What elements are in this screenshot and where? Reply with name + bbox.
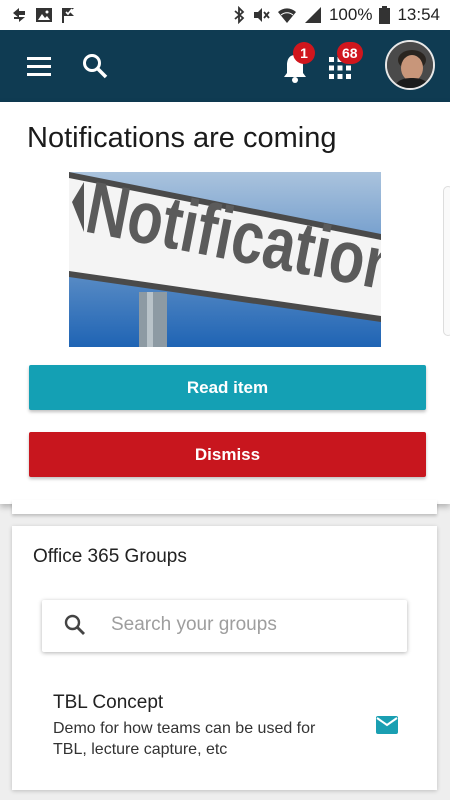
groups-search-input[interactable]: Search your groups [42,600,407,652]
bluetooth-icon [234,6,245,24]
dismiss-button[interactable]: Dismiss [29,432,426,477]
search-button[interactable] [80,51,110,81]
group-name: TBL Concept [53,692,164,713]
group-item[interactable]: TBL Concept Demo for how teams can be us… [53,692,393,760]
status-left-icons [10,6,78,24]
profile-photo [387,42,433,88]
side-scroll-handle[interactable] [443,186,450,336]
notification-image: Notification [69,172,381,347]
search-icon [83,54,108,79]
menu-button[interactable] [24,52,54,80]
group-description: Demo for how teams can be used for TBL, … [53,720,316,758]
groups-card: Office 365 Groups Search your groups TBL… [12,526,437,790]
sync-icon [13,8,25,22]
signal-icon [304,7,321,23]
menu-icon [27,57,51,76]
wifi-icon [277,8,296,23]
status-right-icons: 100% 13:54 [233,5,440,25]
status-bar: 100% 13:54 [0,0,450,30]
notifications-badge: 1 [293,42,315,64]
notification-popup: Notifications are coming Notification Re… [0,102,450,504]
search-icon [64,614,85,635]
groups-card-title: Office 365 Groups [33,546,187,567]
battery-percent: 100% [328,5,373,24]
background-card-edge [12,500,437,514]
apps-badge: 68 [337,42,363,64]
popup-title: Notifications are coming [27,122,337,154]
battery-icon [379,6,391,24]
app-bar: 1 68 [0,30,450,102]
mute-icon [253,8,270,22]
clock: 13:54 [397,5,440,24]
image-icon [36,8,52,22]
read-item-button[interactable]: Read item [29,365,426,410]
check-flag-icon [62,8,74,23]
search-placeholder: Search your groups [111,614,277,635]
avatar[interactable] [385,40,435,90]
mail-icon[interactable] [376,716,398,734]
